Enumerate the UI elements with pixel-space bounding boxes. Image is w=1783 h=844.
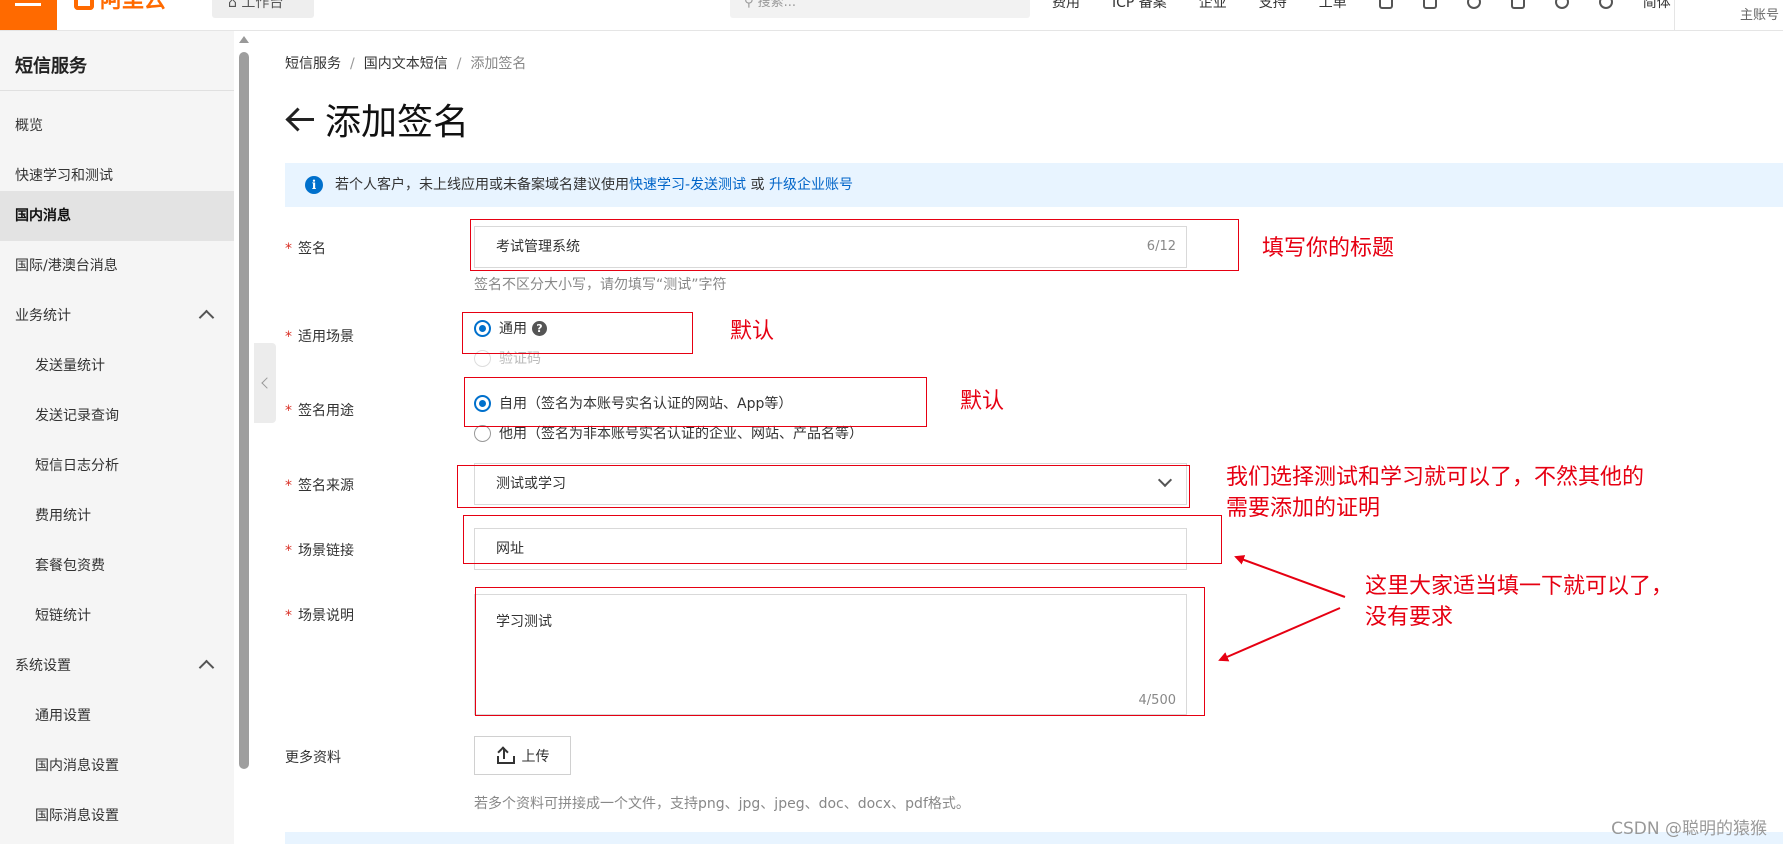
annotation-arrow-to-link — [1234, 555, 1346, 598]
watermark: CSDN @聪明的猿猴 — [1611, 819, 1767, 839]
annotation-arrows — [1218, 555, 1346, 662]
annotation-arrow-to-description — [1218, 607, 1341, 662]
